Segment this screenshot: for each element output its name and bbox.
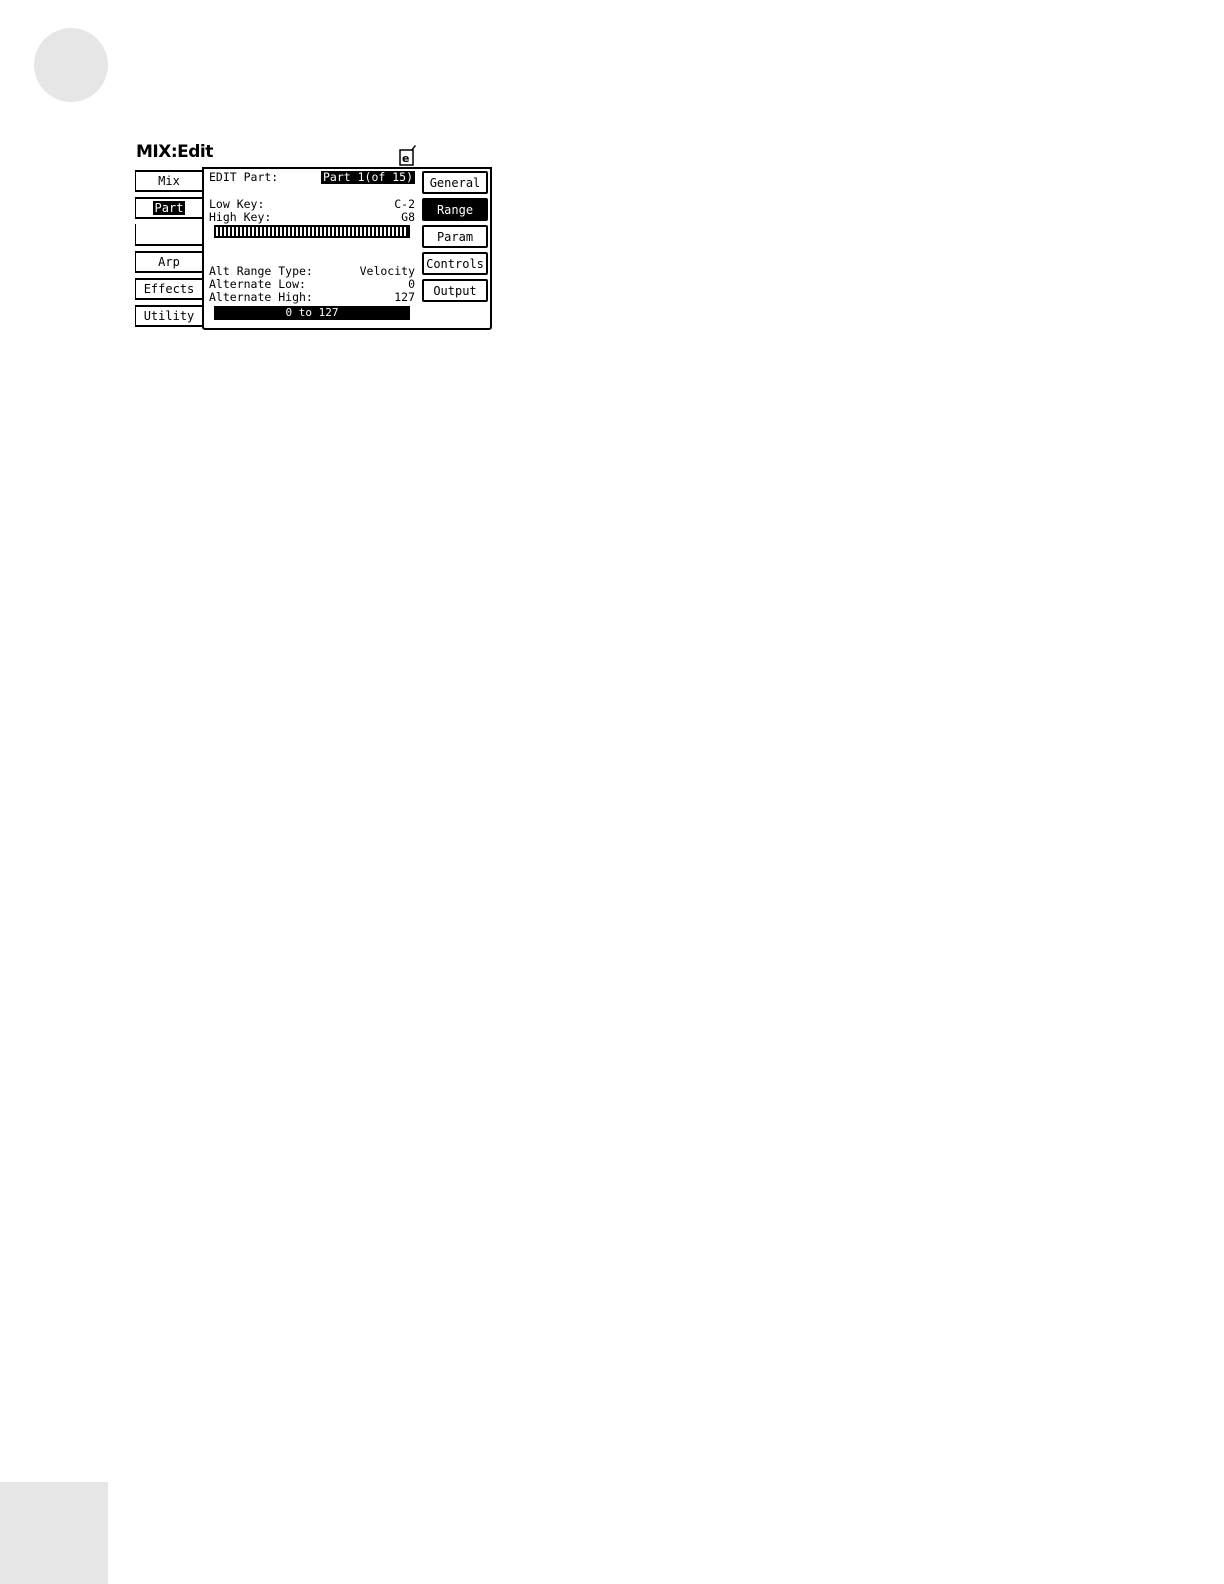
key-range-bar — [214, 225, 410, 238]
controls-button[interactable]: Controls — [422, 252, 488, 275]
tab-empty[interactable] — [135, 224, 202, 246]
tab-arp[interactable]: Arp — [135, 251, 202, 273]
controls-button-label: Controls — [426, 256, 484, 271]
lcd-screen: MIX:Edit e Mix Part Arp Effects Utility … — [132, 140, 496, 336]
tab-mix-label: Mix — [158, 174, 180, 188]
svg-text:e: e — [402, 152, 409, 165]
tab-part-label: Part — [152, 201, 186, 215]
general-button[interactable]: General — [422, 171, 488, 194]
velocity-range-bar: 0 to 127 — [214, 306, 410, 320]
general-button-label: General — [429, 175, 481, 190]
edit-part-value[interactable]: Part 1(of 15) — [320, 171, 415, 184]
keyboard-keys — [216, 227, 408, 236]
edit-part-row[interactable]: EDIT Part: Part 1(of 15) — [209, 171, 415, 184]
edit-part-label: EDIT Part: — [209, 170, 279, 184]
param-button[interactable]: Param — [422, 225, 488, 248]
high-key-row[interactable]: High Key: G8 — [209, 211, 415, 224]
range-button-label: Range — [436, 202, 474, 217]
alternate-high-value[interactable]: 127 — [394, 291, 415, 304]
edit-page-icon: e — [399, 145, 416, 166]
alt-range-type-value[interactable]: Velocity — [360, 265, 415, 278]
high-key-label: High Key: — [209, 210, 272, 224]
screen-title: MIX:Edit — [136, 142, 213, 162]
decorative-circle — [34, 28, 108, 102]
param-button-label: Param — [436, 229, 474, 244]
alternate-high-label: Alternate High: — [209, 290, 313, 304]
tab-utility[interactable]: Utility — [135, 305, 202, 327]
high-key-value[interactable]: G8 — [401, 211, 415, 224]
edit-panel: EDIT Part: Part 1(of 15) Low Key: C-2 Hi… — [202, 167, 492, 330]
output-button-label: Output — [433, 283, 477, 298]
tab-mix[interactable]: Mix — [135, 170, 202, 192]
tab-effects[interactable]: Effects — [135, 278, 202, 300]
tab-part[interactable]: Part — [135, 197, 202, 219]
tab-utility-label: Utility — [143, 309, 195, 323]
tab-arp-label: Arp — [158, 255, 180, 269]
alternate-high-row[interactable]: Alternate High: 127 — [209, 291, 415, 304]
range-button[interactable]: Range — [422, 198, 488, 221]
tab-effects-label: Effects — [143, 282, 195, 296]
decorative-corner-block — [0, 1482, 108, 1584]
output-button[interactable]: Output — [422, 279, 488, 302]
